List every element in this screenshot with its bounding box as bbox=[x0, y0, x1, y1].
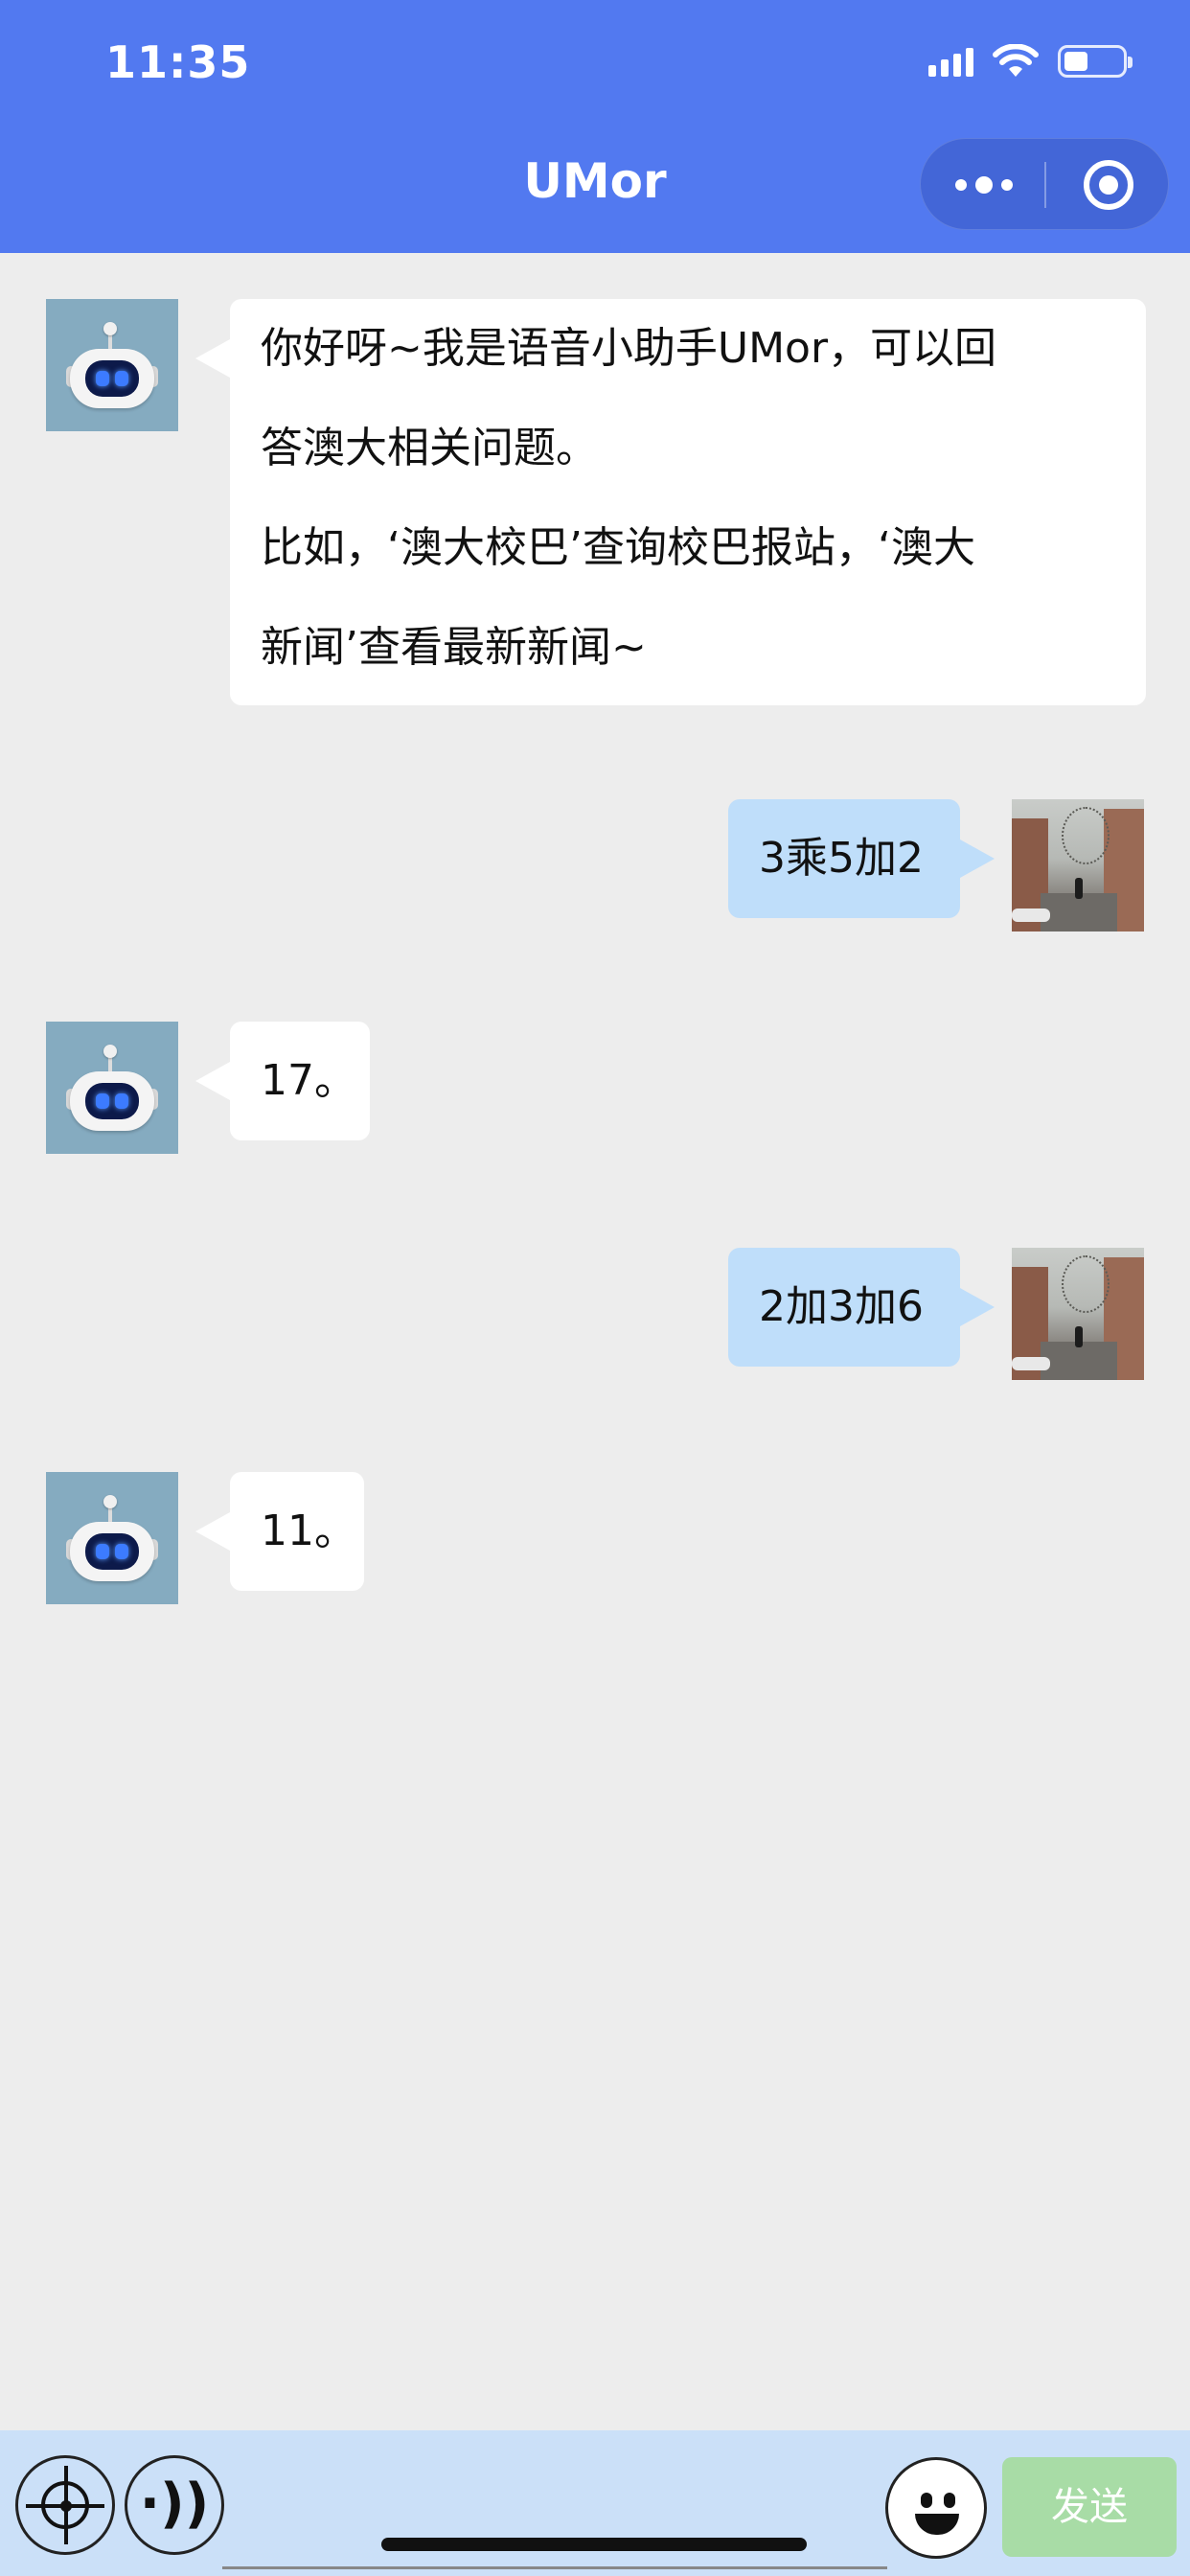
more-icon[interactable] bbox=[955, 139, 1080, 231]
status-icons bbox=[928, 44, 1133, 79]
bot-message-bubble: 11。 bbox=[195, 1472, 364, 1591]
robot-icon bbox=[66, 1495, 158, 1589]
bot-message-bubble: 17。 bbox=[195, 1022, 370, 1140]
user-avatar bbox=[1012, 1248, 1144, 1380]
location-button[interactable] bbox=[15, 2455, 115, 2555]
robot-icon bbox=[66, 322, 158, 416]
bot-avatar bbox=[46, 1022, 178, 1154]
voice-icon: ·)) bbox=[139, 2472, 210, 2535]
message-text: 17。 bbox=[261, 1056, 356, 1105]
header: 11:35 UMor bbox=[0, 0, 1190, 253]
message-text: 11。 bbox=[261, 1506, 356, 1555]
bot-avatar bbox=[46, 1472, 178, 1604]
battery-icon bbox=[1058, 45, 1133, 78]
input-bar: ·)) 发送 bbox=[0, 2430, 1190, 2576]
divider bbox=[222, 2566, 887, 2569]
send-button[interactable]: 发送 bbox=[1002, 2457, 1177, 2557]
user-message-bubble: 2加3加6 bbox=[728, 1248, 995, 1367]
message-line: 你好呀~我是语音小助手UMor，可以回 bbox=[261, 324, 997, 373]
message-line: 答澳大相关问题。 bbox=[261, 424, 598, 472]
robot-icon bbox=[66, 1045, 158, 1138]
smiley-icon bbox=[921, 2493, 932, 2508]
bot-message-bubble: 你好呀~我是语音小助手UMor，可以回 答澳大相关问题。 比如，‘澳大校巴’查询… bbox=[195, 299, 1146, 705]
message-line: 新闻’查看最新新闻~ bbox=[261, 623, 647, 672]
signal-icon bbox=[928, 46, 973, 77]
user-message-bubble: 3乘5加2 bbox=[728, 799, 995, 918]
voice-button[interactable]: ·)) bbox=[125, 2455, 224, 2555]
emoji-button[interactable] bbox=[885, 2457, 987, 2559]
message-line: 比如，‘澳大校巴’查询校巴报站，‘澳大 bbox=[261, 523, 975, 572]
message-text: 2加3加6 bbox=[759, 1282, 924, 1331]
message-text: 3乘5加2 bbox=[759, 834, 924, 883]
user-avatar bbox=[1012, 799, 1144, 932]
close-target-icon[interactable] bbox=[1084, 160, 1133, 210]
home-indicator[interactable] bbox=[381, 2538, 807, 2551]
bot-avatar bbox=[46, 299, 178, 431]
capsule-menu bbox=[920, 138, 1169, 230]
capsule-divider bbox=[1044, 162, 1046, 208]
wifi-icon bbox=[993, 44, 1039, 77]
status-time: 11:35 bbox=[105, 36, 251, 88]
